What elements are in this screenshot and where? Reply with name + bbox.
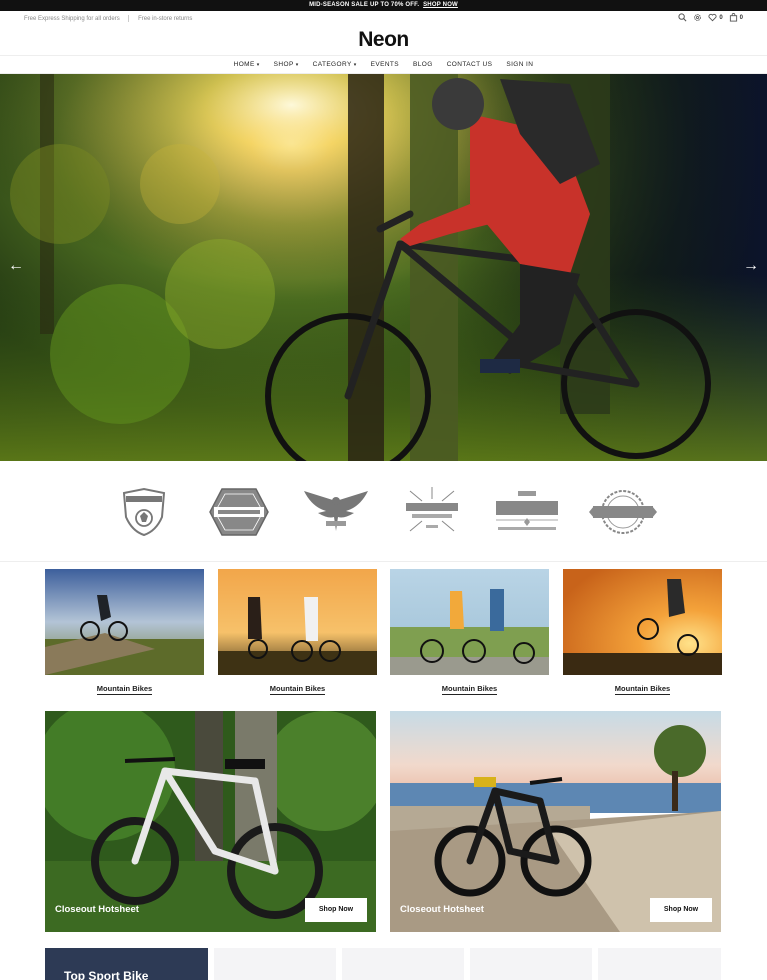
category-image: [45, 569, 204, 675]
announcement-shop-now-link[interactable]: SHOP NOW: [423, 2, 458, 8]
product-placeholder: [342, 948, 464, 980]
top-sport-bike-title: Top Sport Bike: [64, 969, 149, 980]
chevron-down-icon: ▾: [353, 62, 357, 68]
settings-icon[interactable]: [693, 13, 702, 22]
category-image: [563, 569, 722, 675]
category-image: [390, 569, 549, 675]
football-badge-logo: [122, 487, 166, 537]
hero-next-arrow[interactable]: →: [743, 258, 759, 274]
product-placeholder: [214, 948, 336, 980]
category-card[interactable]: Mountain Bikes: [563, 569, 722, 695]
nav-item-events[interactable]: EVENTS: [371, 61, 399, 68]
nav-item-sign-in[interactable]: SIGN IN: [506, 61, 533, 68]
chevron-down-icon: ▾: [256, 62, 260, 68]
nav-item-contact[interactable]: CONTACT US: [447, 61, 493, 68]
announcement-text: MID-SEASON SALE UP TO 70% OFF.: [309, 2, 420, 8]
nav-label: CATEGORY: [312, 61, 352, 68]
promo-banner[interactable]: Closeout Hotsheet Shop Now: [390, 711, 721, 932]
nav-label: HOME: [233, 61, 255, 68]
jefferson-graphic-design-logo: [406, 487, 458, 532]
nav-item-category[interactable]: CATEGORY ▾: [313, 61, 357, 68]
alienvalley-round-logo: [589, 490, 657, 534]
utility-divider: [128, 15, 130, 22]
cart-button[interactable]: 0: [729, 13, 743, 22]
category-card[interactable]: Mountain Bikes: [390, 569, 549, 695]
heart-icon: [708, 13, 717, 22]
nav-label: SHOP: [273, 61, 294, 68]
hero-prev-arrow[interactable]: ←: [8, 258, 24, 274]
promo-banner[interactable]: Closeout Hotsheet Shop Now: [45, 711, 376, 932]
returns-notice: Free in-store returns: [138, 16, 193, 23]
category-label[interactable]: Mountain Bikes: [96, 684, 153, 695]
cart-count: 0: [739, 14, 743, 21]
category-label[interactable]: Mountain Bikes: [441, 684, 498, 695]
nav-item-shop[interactable]: SHOP ▾: [274, 61, 299, 68]
category-card[interactable]: Mountain Bikes: [218, 569, 377, 695]
brand-logos: [0, 461, 767, 562]
shop-now-button[interactable]: Shop Now: [305, 898, 367, 922]
category-card[interactable]: Mountain Bikes: [45, 569, 204, 695]
main-nav: HOME ▾ SHOP ▾ CATEGORY ▾ EVENTS BLOG CONTAC…: [0, 55, 767, 74]
product-placeholder: [598, 948, 721, 980]
wishlist-button[interactable]: 0: [708, 13, 723, 22]
nav-item-home[interactable]: HOME ▾: [234, 61, 260, 68]
shipping-notice: Free Express Shipping for all orders: [24, 16, 120, 23]
nav-item-blog[interactable]: BLOG: [413, 61, 433, 68]
alienvalley-hexagon-logo: [209, 488, 269, 536]
promo-title: Closeout Hotsheet: [55, 904, 139, 915]
search-icon[interactable]: [678, 13, 687, 22]
promo-title: Closeout Hotsheet: [400, 904, 484, 915]
product-placeholder: [470, 948, 592, 980]
top-sport-bike-banner[interactable]: Top Sport Bike: [45, 948, 208, 980]
announcement-bar: MID-SEASON SALE UP TO 70% OFF. SHOP NOW: [0, 0, 767, 11]
hero-cyclist-image: [0, 74, 767, 461]
category-label[interactable]: Mountain Bikes: [269, 684, 326, 695]
category-label[interactable]: Mountain Bikes: [614, 684, 671, 695]
utility-bar: Free Express Shipping for all orders Fre…: [0, 11, 767, 26]
category-image: [218, 569, 377, 675]
chevron-down-icon: ▾: [295, 62, 299, 68]
hero-slider: ← →: [0, 74, 767, 461]
american-eagle-logo: [304, 491, 368, 531]
site-logo[interactable]: Neon: [0, 26, 767, 54]
shop-now-button[interactable]: Shop Now: [650, 898, 712, 922]
the-vintage-logo: [496, 491, 558, 530]
wishlist-count: 0: [719, 14, 723, 21]
cart-icon: [729, 13, 738, 22]
